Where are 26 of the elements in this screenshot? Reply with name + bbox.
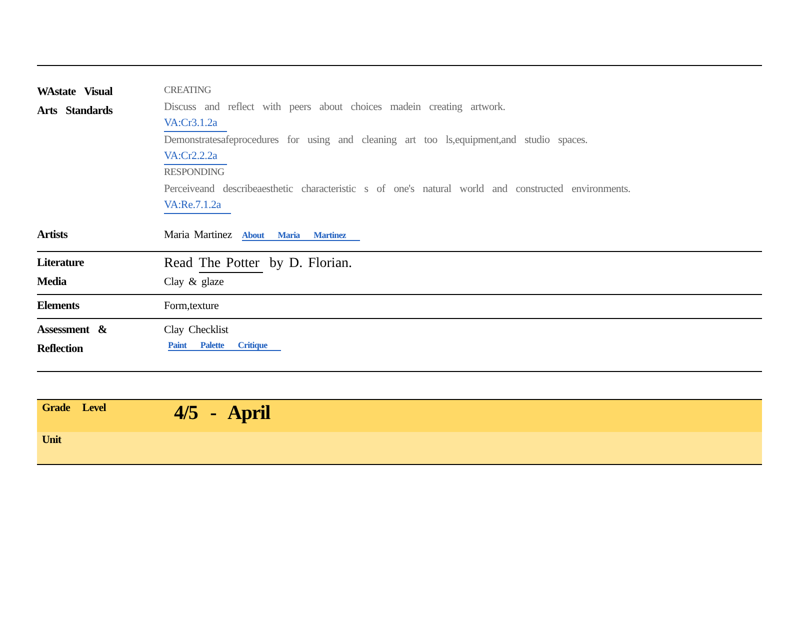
row-label: Elements	[37, 299, 80, 314]
literature-text: Read	[164, 255, 193, 273]
row-label: WAstate Visual Arts Standards	[37, 85, 114, 119]
row-label: Artists	[37, 228, 68, 243]
cell-text: Clay Checklist	[164, 323, 228, 338]
row-label: Literature	[37, 256, 85, 271]
resource-link[interactable]: Paint Palette Critique	[168, 340, 282, 351]
grade-value: 4/5 - April	[174, 402, 272, 426]
section-heading: CREATING	[164, 84, 212, 98]
standard-link[interactable]: VA:Re.7.1.2a	[164, 197, 231, 214]
row-label: Assessment & Reflection	[37, 323, 108, 357]
cell-text: Form,texture	[164, 299, 219, 314]
cell-text: Clay & glaze	[164, 275, 224, 290]
standard-link[interactable]: VA:Cr2.2.2a	[164, 148, 228, 165]
standard-link[interactable]: VA:Cr3.1.2a	[164, 115, 228, 132]
row-label: Unit	[42, 434, 62, 448]
standard-text: Demonstratesafeprocedures for using and cleaning art too ls,equipment,and studio spaces.	[164, 133, 588, 148]
literature-text: by D. Florian.	[269, 255, 352, 273]
cell-text: Maria Martinez	[164, 228, 232, 243]
book-link[interactable]: The Potter	[198, 255, 264, 273]
row-label: Media	[37, 275, 68, 290]
resource-link[interactable]: About Maria Martinez	[242, 230, 360, 241]
standard-text: Discuss and reflect with peers about choices madein creating artwork.	[164, 100, 506, 115]
section-heading: RESPONDING	[164, 166, 224, 180]
standard-text: Perceiveand describeaesthetic characteristic s of one's natural world and constructed environments.	[164, 182, 630, 197]
row-label: Grade Level	[42, 402, 108, 416]
